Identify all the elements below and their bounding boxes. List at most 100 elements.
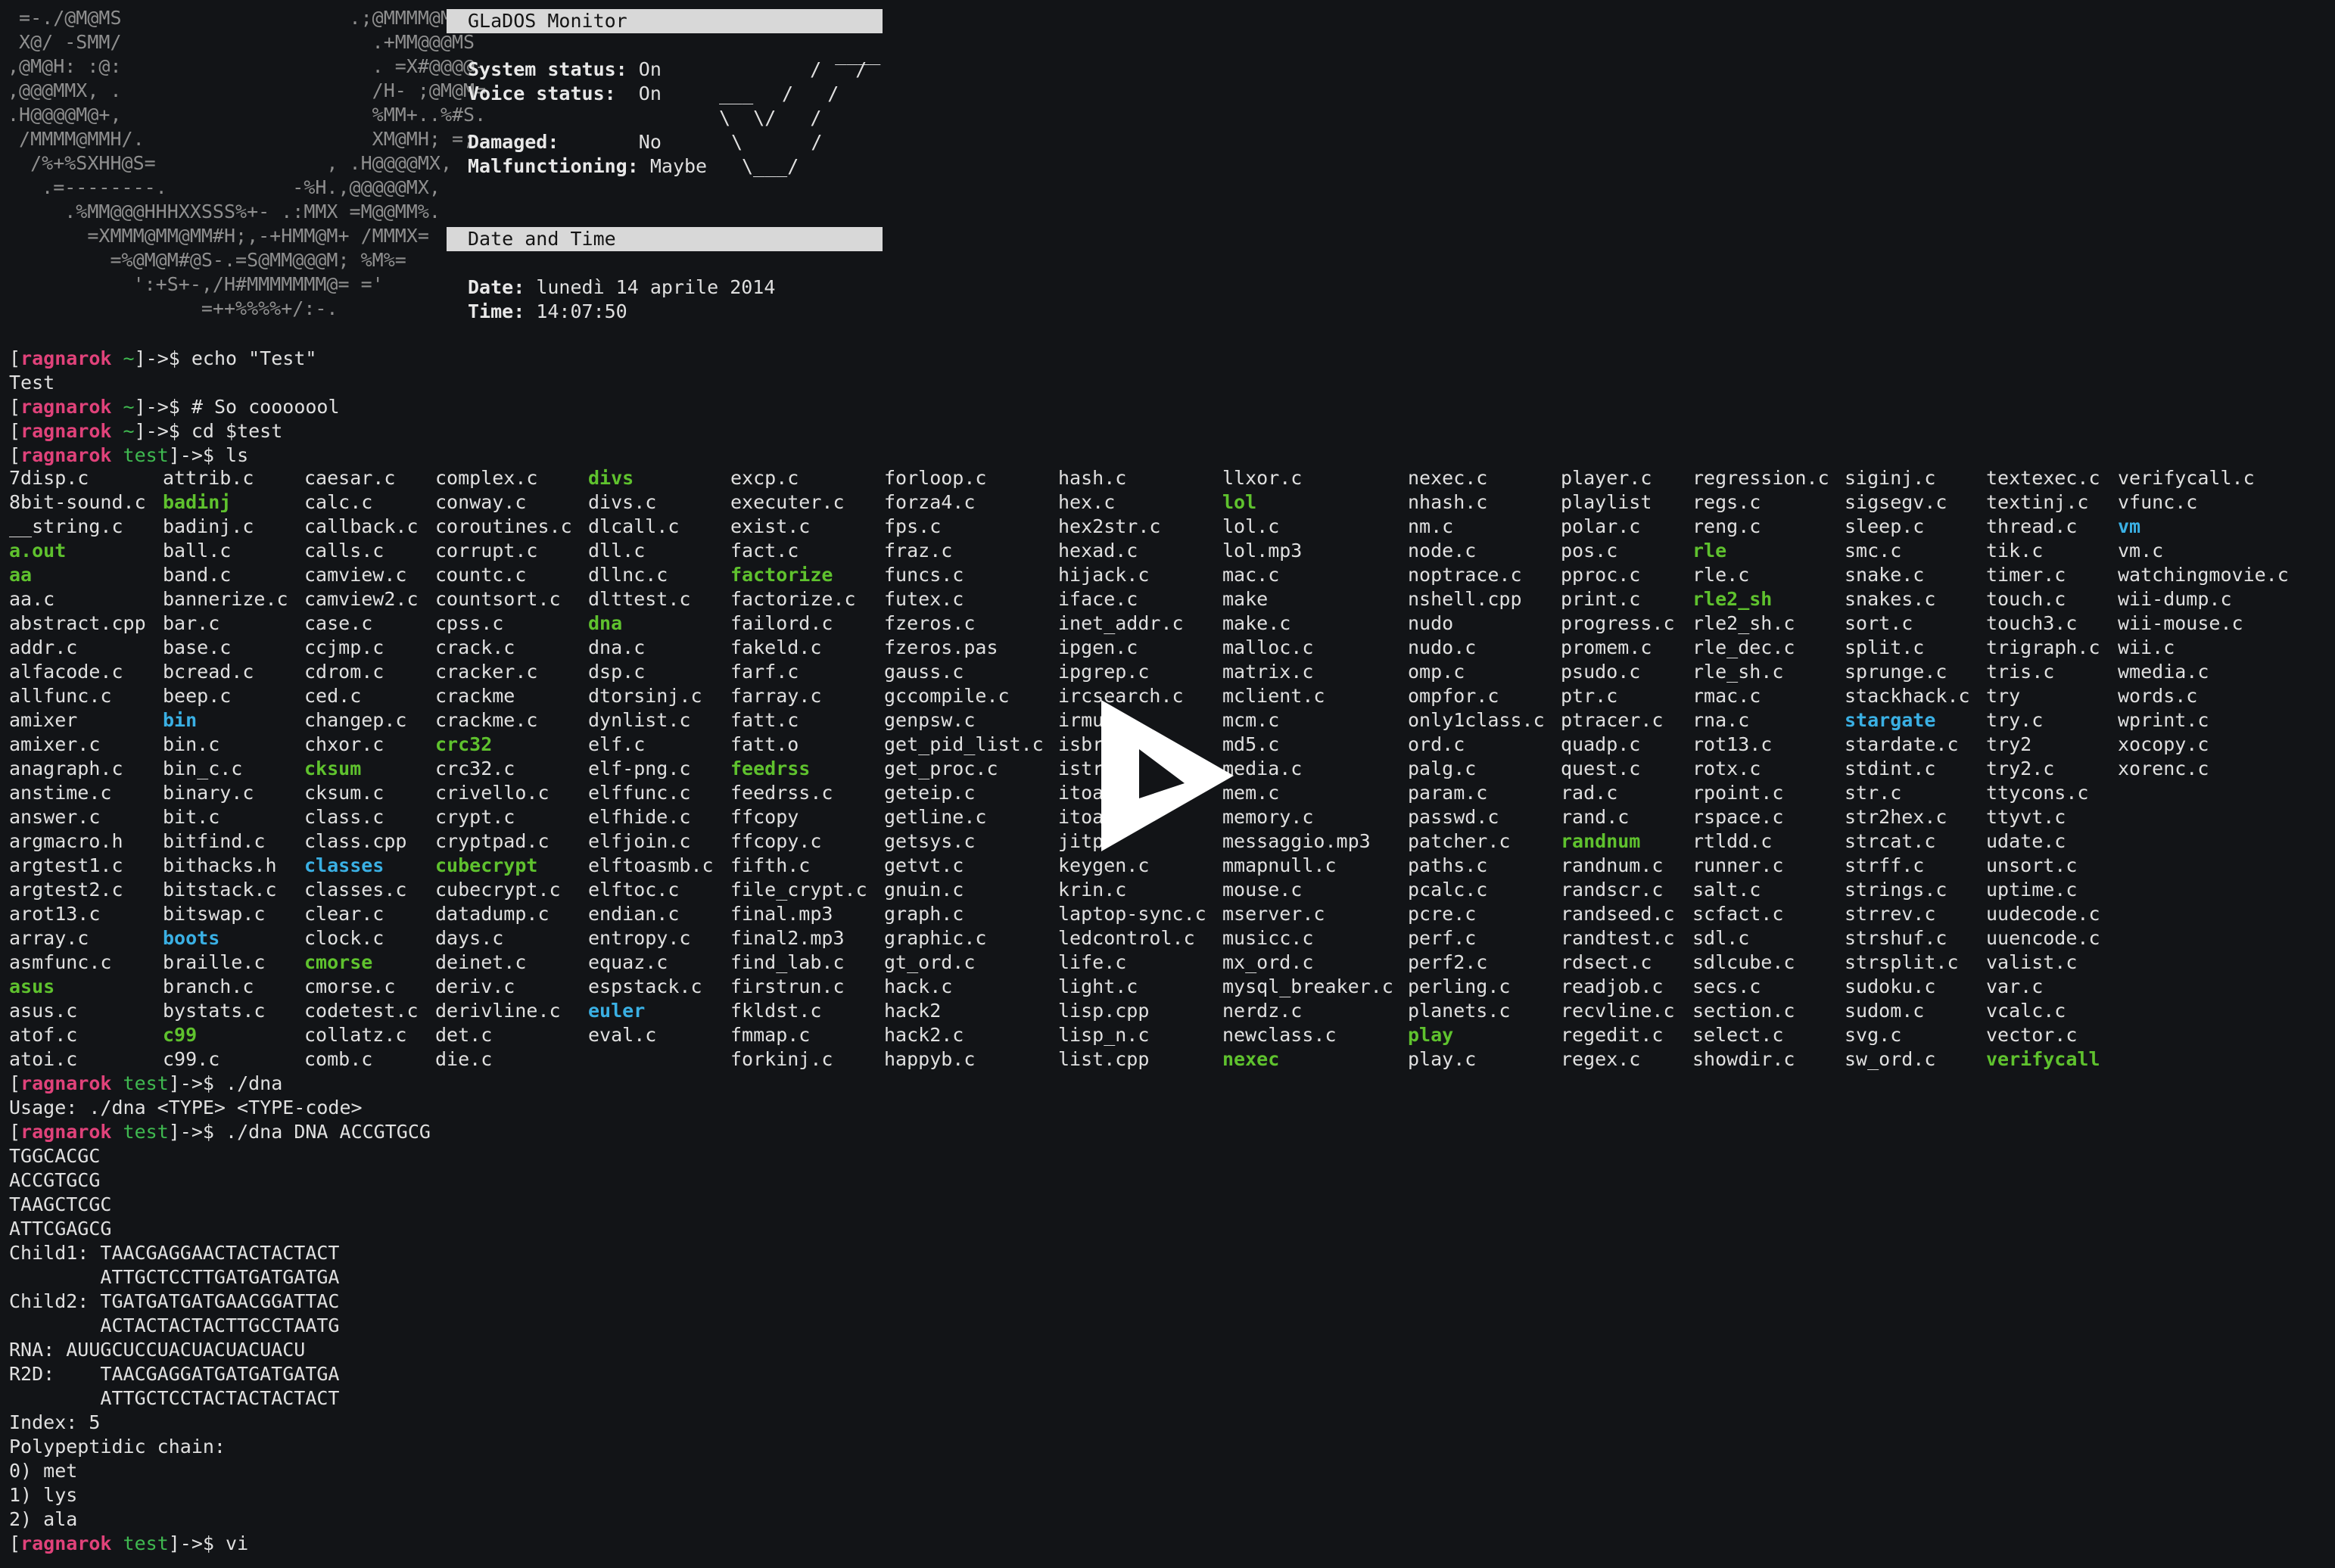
ls-entry: print.c	[1561, 588, 1641, 610]
ls-entry: mem.c	[1222, 782, 1280, 804]
ls-entry: matrix.c	[1222, 661, 1314, 683]
ls-entry: param.c	[1408, 782, 1488, 804]
ls-entry: crackme.c	[435, 709, 538, 731]
ls-entry: strshuf.c	[1845, 927, 1947, 949]
prompt-cwd: test	[111, 444, 169, 466]
ls-entry: bcread.c	[163, 661, 254, 683]
ls-entry: elfjoin.c	[588, 830, 691, 852]
ls-entry: hack.c	[884, 975, 953, 997]
ls-entry: cmorse.c	[304, 975, 396, 997]
ls-entry: player.c	[1561, 467, 1652, 489]
ls-entry: comb.c	[304, 1048, 373, 1070]
ls-entry: md5.c	[1222, 733, 1280, 755]
prompt-user: ragnarok	[20, 396, 112, 418]
ls-entry: changep.c	[304, 709, 407, 731]
play-icon[interactable]	[1094, 700, 1238, 851]
ls-entry: hex.c	[1058, 491, 1116, 513]
ls-entry: crc32	[435, 733, 493, 755]
ls-entry: rot13.c	[1692, 733, 1773, 755]
top-output-line-1: Test	[9, 372, 55, 394]
logo-line-1: / /	[787, 58, 867, 80]
ls-entry: ccjmp.c	[304, 636, 384, 658]
ls-entry: dlcall.c	[588, 515, 680, 537]
ls-entry: bin	[163, 709, 198, 731]
ls-entry: try2	[1986, 733, 2032, 755]
ls-entry: get_pid_list.c	[884, 733, 1044, 755]
ls-entry: graph.c	[884, 903, 964, 925]
ls-column-4: divs divs.c dlcall.c dll.c dllnc.c dlttest.c d…	[588, 466, 714, 1047]
prompt-symbol: ]->$	[168, 444, 226, 466]
ls-entry: argtest2.c	[9, 879, 123, 901]
ls-entry: regs.c	[1692, 491, 1761, 513]
ls-entry: crypt.c	[435, 806, 515, 828]
ls-entry: psudo.c	[1561, 661, 1641, 683]
ls-entry: perling.c	[1408, 975, 1511, 997]
ls-entry: c99	[163, 1024, 198, 1046]
ls-entry: select.c	[1692, 1024, 1784, 1046]
ls-entry: sdlcube.c	[1692, 951, 1795, 973]
ls-entry: boots	[163, 927, 220, 949]
ls-entry: uptime.c	[1986, 879, 2078, 901]
ls-entry: ffcopy.c	[730, 830, 822, 852]
ls-entry: crivello.c	[435, 782, 550, 804]
ls-entry: elftoasmb.c	[588, 854, 714, 876]
prompt-bracket: [	[9, 444, 21, 466]
ls-entry: randnum	[1561, 830, 1641, 852]
ls-entry: krin.c	[1058, 879, 1127, 901]
prompt-command: vi	[226, 1532, 249, 1554]
ls-entry: rle.c	[1692, 564, 1750, 586]
top-prompt-line-0: [ragnarok ~]->$ echo "Test"	[9, 347, 316, 371]
ls-entry: fzeros.pas	[884, 636, 998, 658]
ls-entry: funcs.c	[884, 564, 964, 586]
ls-entry: futex.c	[884, 588, 964, 610]
date-row: Date: lunedì 14 aprile 2014	[468, 275, 775, 300]
ls-entry: keygen.c	[1058, 854, 1150, 876]
ls-entry: aa.c	[9, 588, 55, 610]
time-value: 14:07:50	[536, 300, 627, 322]
date-value: lunedì 14 aprile 2014	[536, 276, 776, 298]
ls-entry: pcalc.c	[1408, 879, 1488, 901]
ls-entry: progress.c	[1561, 612, 1675, 634]
prompt-cwd: ~	[111, 396, 135, 418]
ls-entry: firstrun.c	[730, 975, 845, 997]
ls-entry: euler	[588, 1000, 646, 1022]
ls-entry: eval.c	[588, 1024, 657, 1046]
ls-entry: noptrace.c	[1408, 564, 1522, 586]
ls-entry: ced.c	[304, 685, 362, 707]
ls-entry: pproc.c	[1561, 564, 1641, 586]
ls-entry: smc.c	[1845, 540, 1902, 562]
ls-entry: rdsect.c	[1561, 951, 1652, 973]
ls-entry: bar.c	[163, 612, 220, 634]
ls-entry: hexad.c	[1058, 540, 1138, 562]
ls-entry: complex.c	[435, 467, 538, 489]
ls-entry: iface.c	[1058, 588, 1138, 610]
ls-entry: dsp.c	[588, 661, 646, 683]
ls-entry: stdint.c	[1845, 758, 1936, 779]
ls-entry: mysql_breaker.c	[1222, 975, 1393, 997]
ls-entry: espstack.c	[588, 975, 702, 997]
ls-entry: light.c	[1058, 975, 1138, 997]
ls-entry: try.c	[1986, 709, 2044, 731]
ls-entry: readjob.c	[1561, 975, 1664, 997]
ls-entry: trigraph.c	[1986, 636, 2100, 658]
ls-entry: udate.c	[1986, 830, 2066, 852]
ls-entry: regedit.c	[1561, 1024, 1664, 1046]
ls-entry: fzeros.c	[884, 612, 976, 634]
ls-entry: stargate	[1845, 709, 1936, 731]
ls-entry: anagraph.c	[9, 758, 123, 779]
ls-column-9: nexec.c nhash.c nm.c node.c noptrace.c nshell…	[1408, 466, 1545, 1072]
logo-line-2b: ___	[719, 82, 754, 104]
ls-entry: gccompile.c	[884, 685, 1010, 707]
ls-entry: rand.c	[1561, 806, 1630, 828]
ls-entry: lol.mp3	[1222, 540, 1303, 562]
ls-entry: hash.c	[1058, 467, 1127, 489]
prompt-bracket: [	[9, 396, 21, 418]
prompt-symbol: ]->$	[134, 420, 191, 442]
ls-entry: fps.c	[884, 515, 942, 537]
prompt-bracket: [	[9, 1121, 21, 1143]
prompt-user: ragnarok	[20, 420, 112, 442]
malfunctioning-value: Maybe	[649, 155, 708, 177]
bottom-output-line-14: Index: 5	[9, 1411, 101, 1433]
malfunctioning-row: Malfunctioning: Maybe	[468, 154, 707, 179]
voice-status-value: On	[638, 82, 662, 104]
